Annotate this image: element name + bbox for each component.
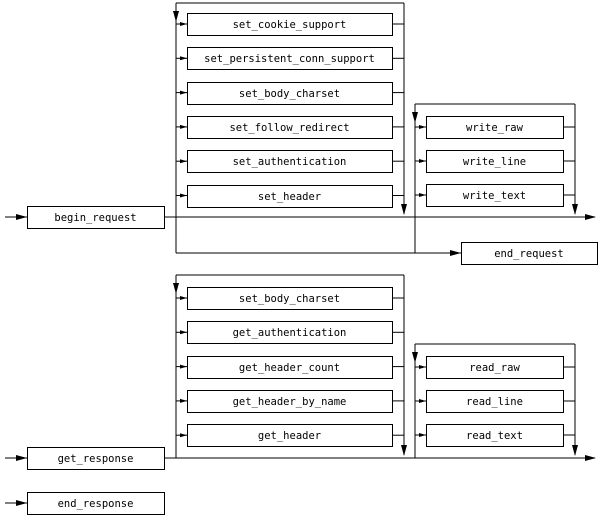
sub-1-label: write_line	[463, 156, 526, 168]
arrow-right-icon	[16, 214, 27, 220]
arrow-right-icon	[180, 159, 187, 164]
arrow-right-icon	[419, 399, 426, 403]
arrow-down-icon	[401, 445, 407, 456]
option-4-label: get_header	[258, 430, 321, 442]
arrow-down-icon	[412, 352, 418, 363]
option-0-label: set_body_charset	[239, 293, 340, 305]
arrow-right-icon	[585, 455, 596, 461]
arrow-right-icon	[419, 193, 426, 197]
arrow-down-icon	[401, 204, 407, 215]
option-0-label: set_cookie_support	[233, 19, 347, 31]
arrow-right-icon	[419, 125, 426, 129]
arrow-right-icon	[180, 90, 187, 95]
arrow-right-icon	[180, 124, 187, 129]
sub-0-label: write_raw	[466, 122, 524, 134]
option-3-label: get_header_by_name	[233, 396, 347, 408]
arrow-down-icon	[412, 112, 418, 123]
arrow-right-icon	[16, 455, 27, 461]
response-start-label: get_response	[58, 453, 134, 465]
option-1-label: set_persistent_conn_support	[204, 53, 375, 65]
sub-2-label: write_text	[463, 190, 526, 202]
arrow-right-icon	[180, 398, 187, 403]
arrow-right-icon	[419, 433, 426, 437]
arrow-right-icon	[419, 159, 426, 163]
arrow-down-icon	[572, 445, 578, 456]
request-start-label: begin_request	[54, 212, 136, 224]
arrow-right-icon	[180, 193, 187, 198]
request-end-label: end_request	[494, 248, 564, 260]
sub-1-label: read_line	[466, 396, 523, 408]
arrow-down-icon	[173, 283, 179, 294]
response-end-label: end_response	[58, 498, 134, 510]
arrow-right-icon	[180, 364, 187, 369]
option-1-label: get_authentication	[233, 327, 347, 339]
arrow-right-icon	[180, 22, 187, 26]
sub-0-label: read_raw	[469, 362, 520, 374]
option-2-label: get_header_count	[239, 362, 340, 374]
arrow-right-icon	[180, 296, 187, 300]
option-4-label: set_authentication	[233, 156, 347, 168]
arrow-right-icon	[16, 500, 27, 506]
arrow-right-icon	[450, 250, 461, 256]
option-5-label: set_header	[258, 191, 321, 203]
option-3-label: set_follow_redirect	[229, 122, 349, 134]
arrow-right-icon	[180, 330, 187, 335]
arrow-right-icon	[585, 214, 596, 220]
sub-2-label: read_text	[466, 430, 523, 442]
arrow-down-icon	[173, 11, 179, 22]
syntax-diagram: begin_request set_cookie_support set_persi…	[5, 2, 598, 515]
arrow-right-icon	[419, 365, 426, 369]
arrow-right-icon	[180, 433, 187, 438]
option-2-label: set_body_charset	[239, 88, 340, 100]
arrow-right-icon	[180, 56, 187, 61]
arrow-down-icon	[572, 204, 578, 215]
